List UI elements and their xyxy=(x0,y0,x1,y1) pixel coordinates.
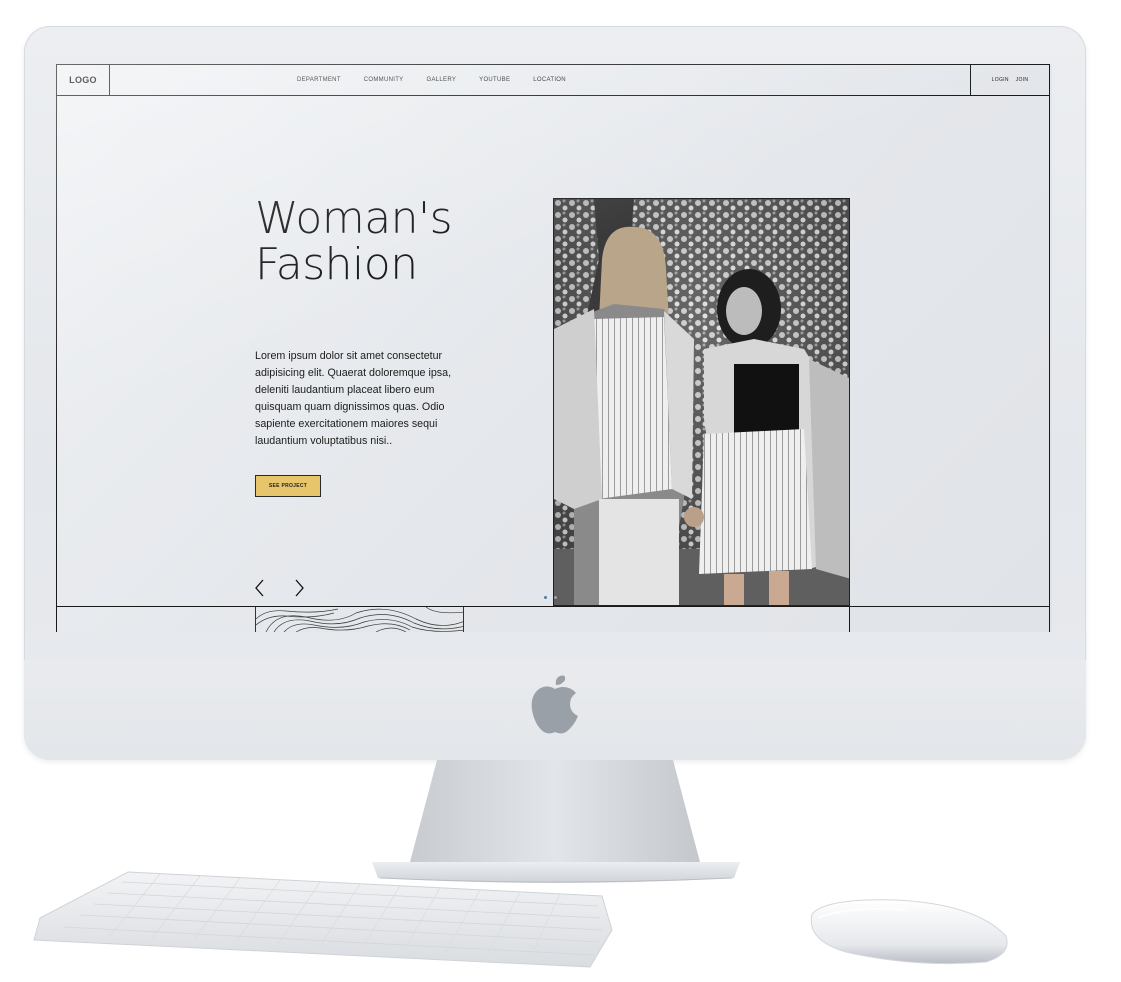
keyboard xyxy=(33,871,613,968)
mouse xyxy=(810,899,1008,965)
